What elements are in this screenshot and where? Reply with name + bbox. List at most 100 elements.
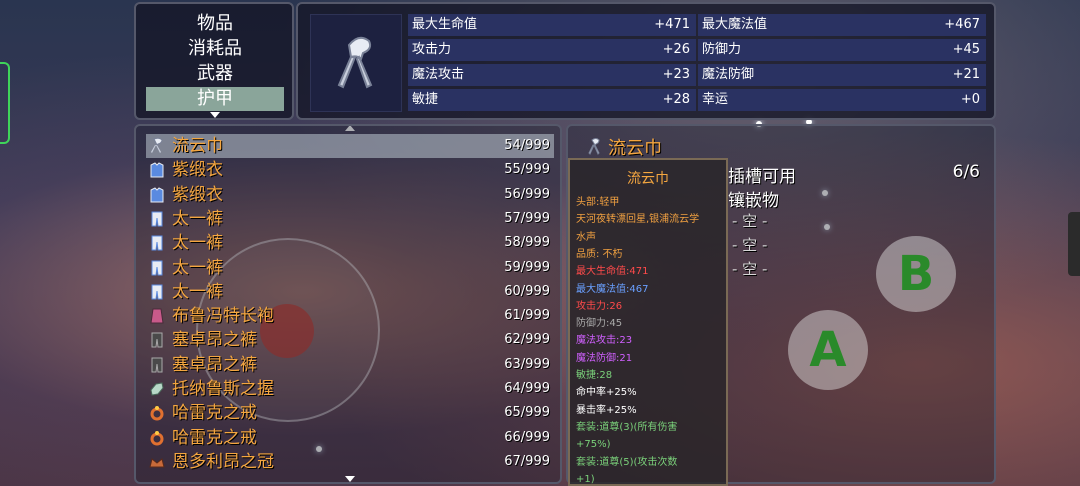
stat-label: 敏捷 [412, 92, 439, 107]
equipped-item-preview [310, 14, 402, 112]
stat-magic-defense: 魔法防御 +21 [698, 64, 986, 86]
item-count: 59/999 [504, 259, 550, 275]
category-panel: 物品 消耗品 武器 护甲 [134, 2, 294, 120]
tooltip-line: 防御力:45 [576, 318, 623, 330]
gem-slot[interactable]: - 空 - [732, 258, 767, 279]
category-consumables[interactable]: 消耗品 [146, 37, 284, 61]
stat-label: 最大生命值 [412, 17, 478, 32]
stat-label: 防御力 [702, 42, 742, 57]
gauntlet-icon [150, 382, 164, 396]
item-count: 64/999 [504, 381, 550, 396]
stat-value: +0 [960, 92, 980, 107]
item-tooltip: 流云巾 头部:轻甲 天河夜转漂回星,银浦流云学 水声 品质: 不朽 最大生命值:471 最… [568, 158, 728, 486]
item-list: 流云巾 54/999 紫缎衣 55/999 紫缎衣 56/999 太一裤 57/999 太一裤 5… [134, 124, 562, 484]
item-name: 恩多利昂之冠 [172, 451, 274, 472]
stat-value: +21 [952, 67, 980, 82]
detail-item-name: 流云巾 [608, 138, 662, 159]
side-tab[interactable] [1068, 212, 1080, 276]
item-count: 66/999 [504, 429, 550, 445]
item-count: 57/999 [504, 210, 550, 226]
scroll-down-arrow-icon[interactable] [210, 112, 220, 118]
item-row[interactable]: 塞卓昂之裤 62/999 [146, 328, 554, 352]
stat-value: +26 [662, 42, 690, 57]
item-row[interactable]: 流云巾 54/999 [146, 134, 554, 158]
item-name: 紫缎衣 [172, 184, 223, 205]
item-row[interactable]: 太一裤 60/999 [146, 280, 554, 304]
tooltip-title: 流云巾 [627, 171, 669, 187]
item-row[interactable]: 紫缎衣 56/999 [146, 183, 554, 207]
stat-defense: 防御力 +45 [698, 39, 986, 61]
stat-attack: 攻击力 +26 [408, 39, 696, 61]
item-count: 67/999 [504, 453, 550, 469]
item-count: 63/999 [504, 356, 550, 372]
item-row[interactable]: 太一裤 58/999 [146, 231, 554, 255]
tooltip-line: 最大魔法值:467 [576, 283, 649, 295]
item-row[interactable]: 托纳鲁斯之握 64/999 [146, 377, 554, 401]
item-row[interactable]: 太一裤 59/999 [146, 256, 554, 280]
tooltip-line: 套装:道尊(3)(所有伤害 [576, 421, 678, 433]
stat-label: 幸运 [702, 92, 729, 107]
stat-label: 魔法防御 [702, 67, 755, 82]
item-count: 61/999 [504, 308, 550, 324]
a-button[interactable]: A [788, 310, 868, 390]
item-row[interactable]: 哈雷克之戒 66/999 [146, 426, 554, 450]
stat-value: +45 [952, 42, 980, 57]
crown-icon [149, 458, 165, 468]
scarf-icon [151, 137, 163, 153]
item-name: 太一裤 [172, 233, 223, 254]
b-button[interactable]: B [876, 236, 956, 312]
tooltip-line: 最大生命值:471 [576, 266, 649, 278]
item-row[interactable]: 紫缎衣 55/999 [146, 158, 554, 182]
item-name: 哈雷克之戒 [172, 427, 257, 448]
pants-icon [151, 284, 163, 300]
stats-panel: 最大生命值 +471 攻击力 +26 魔法攻击 +23 敏捷 +28 最大魔法值… [296, 2, 996, 120]
item-row[interactable]: 哈雷克之戒 65/999 [146, 401, 554, 425]
robe-icon [150, 162, 164, 178]
category-weapons[interactable]: 武器 [146, 62, 284, 86]
gem-slot[interactable]: - 空 - [732, 234, 767, 255]
tooltip-line: 敏捷:28 [576, 370, 613, 381]
tooltip-line: 水声 [576, 231, 596, 243]
item-count: 55/999 [504, 162, 550, 178]
category-items[interactable]: 物品 [146, 12, 284, 36]
item-row[interactable]: 布鲁冯特长袍 61/999 [146, 304, 554, 328]
item-row[interactable]: 恩多利昂之冠 67/999 [146, 450, 554, 474]
item-name: 紫缎衣 [172, 160, 223, 181]
stat-label: 攻击力 [412, 42, 452, 57]
long-robe-icon [150, 308, 164, 324]
socket-count: 6/6 [952, 162, 980, 182]
tooltip-line: 套装:道尊(5)(攻击次数 [576, 456, 678, 468]
scroll-down-arrow-icon[interactable] [345, 476, 355, 482]
category-armor[interactable]: 护甲 [146, 87, 284, 111]
item-name: 塞卓昂之裤 [172, 330, 257, 351]
stat-luck: 幸运 +0 [698, 89, 986, 111]
stat-agility: 敏捷 +28 [408, 89, 696, 111]
gem-label: 镶嵌物 [728, 191, 779, 211]
stat-value: +467 [944, 17, 980, 32]
pants-icon [151, 211, 163, 227]
tooltip-line: 天河夜转漂回星,银浦流云学 [576, 214, 700, 226]
item-row[interactable]: 塞卓昂之裤 63/999 [146, 353, 554, 377]
side-handle[interactable] [0, 62, 10, 144]
stat-max-hp: 最大生命值 +471 [408, 14, 696, 36]
stat-magic-attack: 魔法攻击 +23 [408, 64, 696, 86]
tooltip-line: +1) [576, 473, 595, 485]
stat-label: 魔法攻击 [412, 67, 465, 82]
pants-icon [151, 260, 163, 275]
item-name: 太一裤 [172, 281, 223, 302]
item-row[interactable]: 太一裤 57/999 [146, 207, 554, 231]
stat-label: 最大魔法值 [702, 17, 768, 32]
item-name: 太一裤 [172, 208, 223, 229]
robe-icon [150, 186, 164, 203]
item-count: 62/999 [504, 332, 550, 348]
item-name: 托纳鲁斯之握 [172, 379, 274, 399]
gem-slot[interactable]: - 空 - [732, 210, 767, 231]
stat-value: +23 [662, 67, 690, 82]
tooltip-line: 暴击率+25% [576, 404, 637, 416]
stat-value: +28 [662, 92, 690, 107]
item-name: 哈雷克之戒 [172, 403, 257, 424]
tooltip-line: 头部:轻甲 [576, 197, 620, 208]
item-count: 65/999 [504, 405, 550, 421]
item-count: 60/999 [504, 283, 550, 299]
tooltip-line: 魔法防御:21 [576, 352, 633, 364]
